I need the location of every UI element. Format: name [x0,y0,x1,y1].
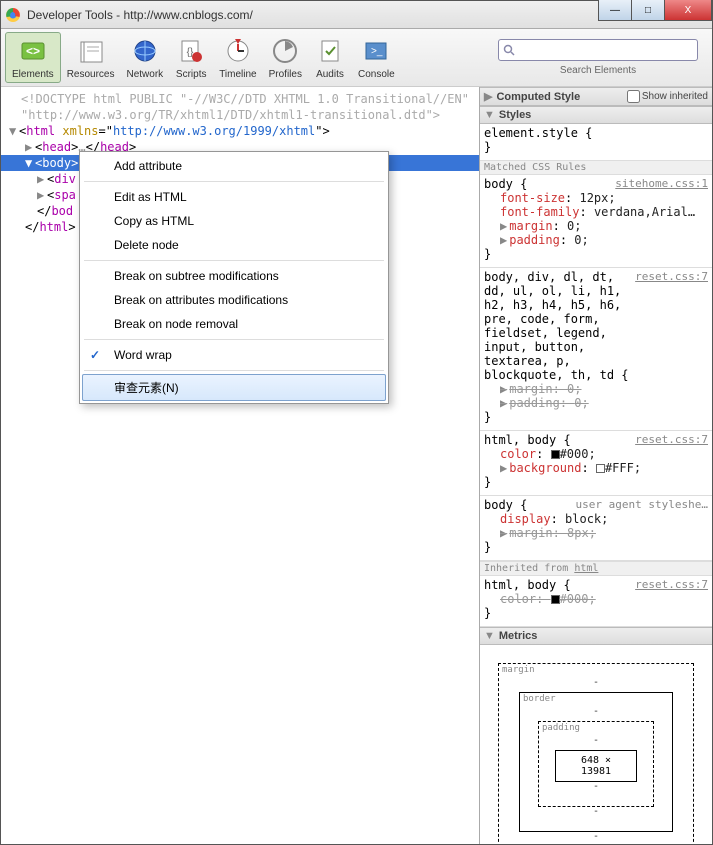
checkbox-label: Show inherited [642,91,708,102]
tab-label: Network [127,69,164,80]
search-icon [503,44,515,56]
checkmark-icon: ✓ [90,348,100,362]
content-dimensions: 648 × 13981 [555,750,637,782]
source-link[interactable]: reset.css:7 [635,578,708,592]
metrics-header[interactable]: ▼ Metrics [480,627,712,645]
css-rule[interactable]: html, body {reset.css:7 color: #000; ▶ba… [480,431,712,496]
minimize-button[interactable]: — [598,0,632,21]
timeline-icon [222,35,254,67]
audits-icon [314,35,346,67]
menu-word-wrap[interactable]: ✓Word wrap [82,343,386,367]
tab-label: Profiles [269,69,302,80]
inherited-link[interactable]: html [574,563,598,574]
tab-label: Elements [12,69,54,80]
css-rule[interactable]: body {user agent styleshe… display: bloc… [480,496,712,561]
tab-label: Audits [316,69,344,80]
color-swatch[interactable] [551,595,560,604]
css-rule[interactable]: body {sitehome.css:1 font-size: 12px; fo… [480,175,712,268]
tab-scripts[interactable]: {} Scripts [169,33,213,82]
source-link[interactable]: reset.css:7 [635,270,708,382]
menu-copy-as-html[interactable]: Copy as HTML [82,209,386,233]
show-inherited-checkbox[interactable] [627,90,640,103]
computed-style-header[interactable]: ▶ Computed Style Show inherited [480,87,712,106]
inherited-from: Inherited from html [480,561,712,576]
source-link[interactable]: reset.css:7 [635,433,708,447]
search-label: Search Elements [560,65,636,76]
menu-inspect-element[interactable]: 审查元素(N) [82,374,386,401]
chevron-down-icon: ▼ [484,109,495,121]
search-input-container[interactable] [498,39,698,61]
chevron-right-icon: ▶ [484,90,492,103]
window-title: Developer Tools - http://www.cnblogs.com… [27,8,253,22]
color-swatch[interactable] [551,450,560,459]
context-menu: Add attribute Edit as HTML Copy as HTML … [79,151,389,404]
close-button[interactable]: X [664,0,712,21]
menu-break-subtree[interactable]: Break on subtree modifications [82,264,386,288]
tab-profiles[interactable]: Profiles [263,33,308,82]
search-input[interactable] [519,44,693,56]
tab-resources[interactable]: Resources [61,33,121,82]
matched-rules-header: Matched CSS Rules [480,161,712,175]
chrome-icon [5,7,21,23]
section-title: Computed Style [496,91,580,103]
element-style-block[interactable]: element.style { } [480,124,712,161]
menu-add-attribute[interactable]: Add attribute [82,154,386,178]
source-text: user agent styleshe… [576,498,708,512]
console-icon: >_ [360,35,392,67]
tab-console[interactable]: >_ Console [352,33,401,82]
resources-icon [75,35,107,67]
section-title: Metrics [499,630,538,642]
menu-edit-as-html[interactable]: Edit as HTML [82,185,386,209]
section-title: Styles [499,109,531,121]
tab-label: Resources [67,69,115,80]
profiles-icon [269,35,301,67]
tab-elements[interactable]: <> Elements [5,32,61,83]
maximize-button[interactable]: □ [631,0,665,21]
styles-header[interactable]: ▼ Styles [480,106,712,124]
tab-label: Timeline [219,69,256,80]
selector-text: element.style { [484,126,708,140]
css-rule[interactable]: body, div, dl, dt, dd, ul, ol, li, h1, h… [480,268,712,431]
styles-pane: ▶ Computed Style Show inherited ▼ Styles… [479,87,712,844]
metrics-diagram[interactable]: margin - border - padding - 648 × 13981 … [480,645,712,844]
html-element[interactable]: ▼<html xmlns="http://www.w3.org/1999/xht… [1,123,479,139]
css-rule[interactable]: html, body {reset.css:7 color: #000; } [480,576,712,627]
menu-delete-node[interactable]: Delete node [82,233,386,257]
chevron-down-icon: ▼ [484,630,495,642]
svg-text:<>: <> [26,44,40,58]
elements-tree[interactable]: <!DOCTYPE html PUBLIC "-//W3C//DTD XHTML… [1,87,479,844]
elements-icon: <> [17,35,49,67]
tab-network[interactable]: Network [121,33,170,82]
window-titlebar: Developer Tools - http://www.cnblogs.com… [1,1,712,29]
svg-text:>_: >_ [371,46,383,57]
menu-break-removal[interactable]: Break on node removal [82,312,386,336]
color-swatch[interactable] [596,464,605,473]
tab-timeline[interactable]: Timeline [213,33,262,82]
menu-break-attributes[interactable]: Break on attributes modifications [82,288,386,312]
tab-label: Scripts [176,69,207,80]
tab-label: Console [358,69,395,80]
doctype-line: "http://www.w3.org/TR/xhtml1/DTD/xhtml1-… [1,107,479,123]
tab-audits[interactable]: Audits [308,33,352,82]
network-icon [129,35,161,67]
source-link[interactable]: sitehome.css:1 [615,177,708,191]
scripts-icon: {} [175,35,207,67]
toolbar: <> Elements Resources Network {} Scripts… [1,29,712,87]
doctype-line: <!DOCTYPE html PUBLIC "-//W3C//DTD XHTML… [1,91,479,107]
